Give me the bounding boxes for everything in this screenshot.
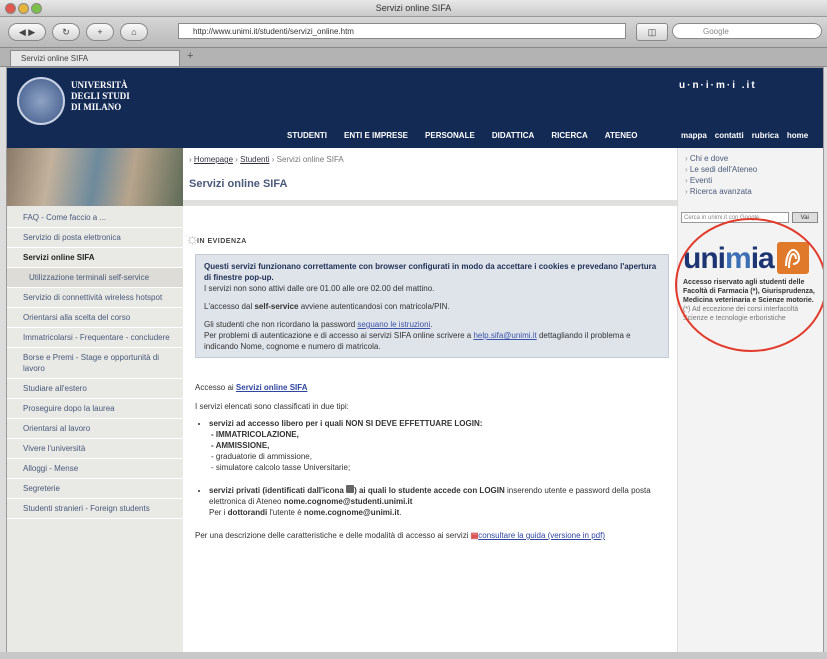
title-divider bbox=[183, 200, 677, 206]
close-window-icon[interactable] bbox=[5, 3, 16, 14]
web-page: UNIVERSITÀ DEGLI STUDI DI MILANO u·n·i·m… bbox=[6, 67, 824, 659]
tab-strip: Servizi online SIFA + bbox=[0, 48, 827, 67]
window-title: Servizi online SIFA bbox=[375, 3, 452, 13]
sidebar-item[interactable]: Utilizzazione terminali self-service bbox=[7, 268, 183, 288]
free-item-simulatore: - simulatore calcolo tasse Universitarie… bbox=[211, 463, 351, 472]
sidebar-item[interactable]: Immatricolarsi - Frequentare - concluder… bbox=[7, 328, 183, 348]
address-bar[interactable]: http://www.unimi.it/studenti/servizi_onl… bbox=[178, 23, 626, 39]
main-body: Accesso ai Servizi online SIFA I servizi… bbox=[195, 382, 671, 541]
free-item-immatricolazione: - IMMATRICOLAZIONE, bbox=[211, 430, 299, 439]
sidebar-nav: FAQ - Come faccio a ... Servizio di posta… bbox=[7, 208, 183, 519]
browser-search-input[interactable]: Google bbox=[672, 23, 822, 39]
sidebar-item[interactable]: Borse e Premi - Stage e opportunità di l… bbox=[7, 348, 183, 379]
browser-toolbar: ◀ ▶ ↻ + ⌂ http://www.unimi.it/studenti/s… bbox=[0, 17, 827, 48]
evidenza-heading: IN EVIDENZA bbox=[197, 238, 247, 245]
students-photo bbox=[7, 148, 183, 206]
free-item-ammissione: - AMMISSIONE, bbox=[211, 441, 270, 450]
add-bookmark-button[interactable]: + bbox=[86, 23, 114, 41]
nav-studenti[interactable]: STUDENTI bbox=[287, 131, 327, 140]
lock-icon bbox=[346, 485, 355, 493]
sidebar-item[interactable]: Servizio di connettività wireless hotspo… bbox=[7, 288, 183, 308]
status-bar bbox=[0, 652, 827, 659]
window-titlebar: Servizi online SIFA bbox=[0, 0, 827, 17]
site-search-button[interactable]: Vai bbox=[791, 212, 818, 223]
nav-enti-imprese[interactable]: ENTI E IMPRESE bbox=[344, 131, 408, 140]
nav-contatti[interactable]: contatti bbox=[715, 131, 744, 140]
home-button[interactable]: ⌂ bbox=[120, 23, 148, 41]
quick-link-chi-e-dove[interactable]: Chi e dove bbox=[685, 153, 757, 164]
new-tab-button[interactable]: + bbox=[187, 50, 193, 62]
page-title: Servizi online SIFA bbox=[189, 178, 288, 190]
reload-button[interactable]: ↻ bbox=[52, 23, 80, 41]
nav-mappa[interactable]: mappa bbox=[681, 131, 707, 140]
notice-self-service: self-service bbox=[254, 302, 299, 311]
quick-link-eventi[interactable]: Eventi bbox=[685, 175, 757, 186]
services-intro: I servizi elencati sono classificati in … bbox=[195, 402, 349, 411]
notice-box: Questi servizi funzionano correttamente … bbox=[195, 254, 669, 358]
free-services-item: servizi ad accesso libero per i quali NO… bbox=[209, 418, 671, 473]
university-name[interactable]: UNIVERSITÀ DEGLI STUDI DI MILANO bbox=[71, 80, 130, 113]
sidebar-item[interactable]: Studiare all'estero bbox=[7, 379, 183, 399]
sidebar-item[interactable]: Servizio di posta elettronica bbox=[7, 228, 183, 248]
sidebar-item[interactable]: Vivere l'università bbox=[7, 439, 183, 459]
password-instructions-link[interactable]: seguano le istruzioni bbox=[357, 320, 430, 329]
nav-home[interactable]: home bbox=[787, 131, 808, 140]
guide-pdf-link[interactable]: consultare la guida (versione in pdf) bbox=[478, 531, 605, 540]
zoom-window-icon[interactable] bbox=[31, 3, 42, 14]
nav-rubrica[interactable]: rubrica bbox=[752, 131, 779, 140]
sidebar-item[interactable]: Servizi online SIFA bbox=[7, 248, 183, 268]
nav-ateneo[interactable]: ATENEO bbox=[605, 131, 638, 140]
minimize-window-icon[interactable] bbox=[18, 3, 29, 14]
sidebar-item[interactable]: Orientarsi al lavoro bbox=[7, 419, 183, 439]
sidebar-item[interactable]: Segreterie bbox=[7, 479, 183, 499]
nav-personale[interactable]: PERSONALE bbox=[425, 131, 475, 140]
quick-links: Chi e dove Le sedi dell'Ateneo Eventi Ri… bbox=[685, 153, 757, 197]
phd-email-format: nome.cognome@unimi.it bbox=[303, 508, 400, 517]
sidebar-item[interactable]: Proseguire dopo la laurea bbox=[7, 399, 183, 419]
annotation-circle bbox=[675, 218, 823, 352]
free-item-graduatorie: - graduatorie di ammissione, bbox=[211, 452, 312, 461]
private-services-item: servizi privati (identificati dall'icona… bbox=[209, 485, 671, 518]
sidebar-item[interactable]: FAQ - Come faccio a ... bbox=[7, 208, 183, 228]
notice-hours: I servizi non sono attivi dalle ore 01.0… bbox=[204, 284, 435, 293]
student-email-format: nome.cognome@studenti.unimi.it bbox=[283, 497, 413, 506]
sifa-services-link[interactable]: Servizi online SIFA bbox=[236, 383, 308, 392]
utility-nav: mappa contatti rubrica home bbox=[681, 131, 816, 140]
university-seal-icon[interactable] bbox=[17, 77, 65, 125]
nav-didattica[interactable]: DIDATTICA bbox=[492, 131, 535, 140]
breadcrumb-home[interactable]: Homepage bbox=[194, 155, 233, 164]
sidebar-item[interactable]: Alloggi - Mense bbox=[7, 459, 183, 479]
rss-icon[interactable]: ◫ bbox=[636, 23, 668, 41]
sidebar-item[interactable]: Orientarsi alla scelta del corso bbox=[7, 308, 183, 328]
help-email-link[interactable]: help.sifa@unimi.it bbox=[473, 331, 536, 340]
sidebar-item[interactable]: Studenti stranieri - Foreign students bbox=[7, 499, 183, 519]
unimi-logo[interactable]: u·n·i·m·i .it bbox=[679, 80, 757, 91]
breadcrumb: › Homepage › Studenti › Servizi online S… bbox=[189, 155, 344, 164]
main-nav: STUDENTI ENTI E IMPRESE PERSONALE DIDATTICA… bbox=[287, 131, 655, 140]
quick-link-ricerca-avanzata[interactable]: Ricerca avanzata bbox=[685, 186, 757, 197]
quick-link-sedi[interactable]: Le sedi dell'Ateneo bbox=[685, 164, 757, 175]
nav-ricerca[interactable]: RICERCA bbox=[551, 131, 587, 140]
back-forward-button[interactable]: ◀ ▶ bbox=[8, 23, 46, 41]
breadcrumb-current: Servizi online SIFA bbox=[276, 155, 344, 164]
notice-browser-requirements: Questi servizi funzionano correttamente … bbox=[204, 262, 657, 282]
breadcrumb-studenti[interactable]: Studenti bbox=[240, 155, 269, 164]
browser-tab[interactable]: Servizi online SIFA bbox=[10, 50, 180, 66]
